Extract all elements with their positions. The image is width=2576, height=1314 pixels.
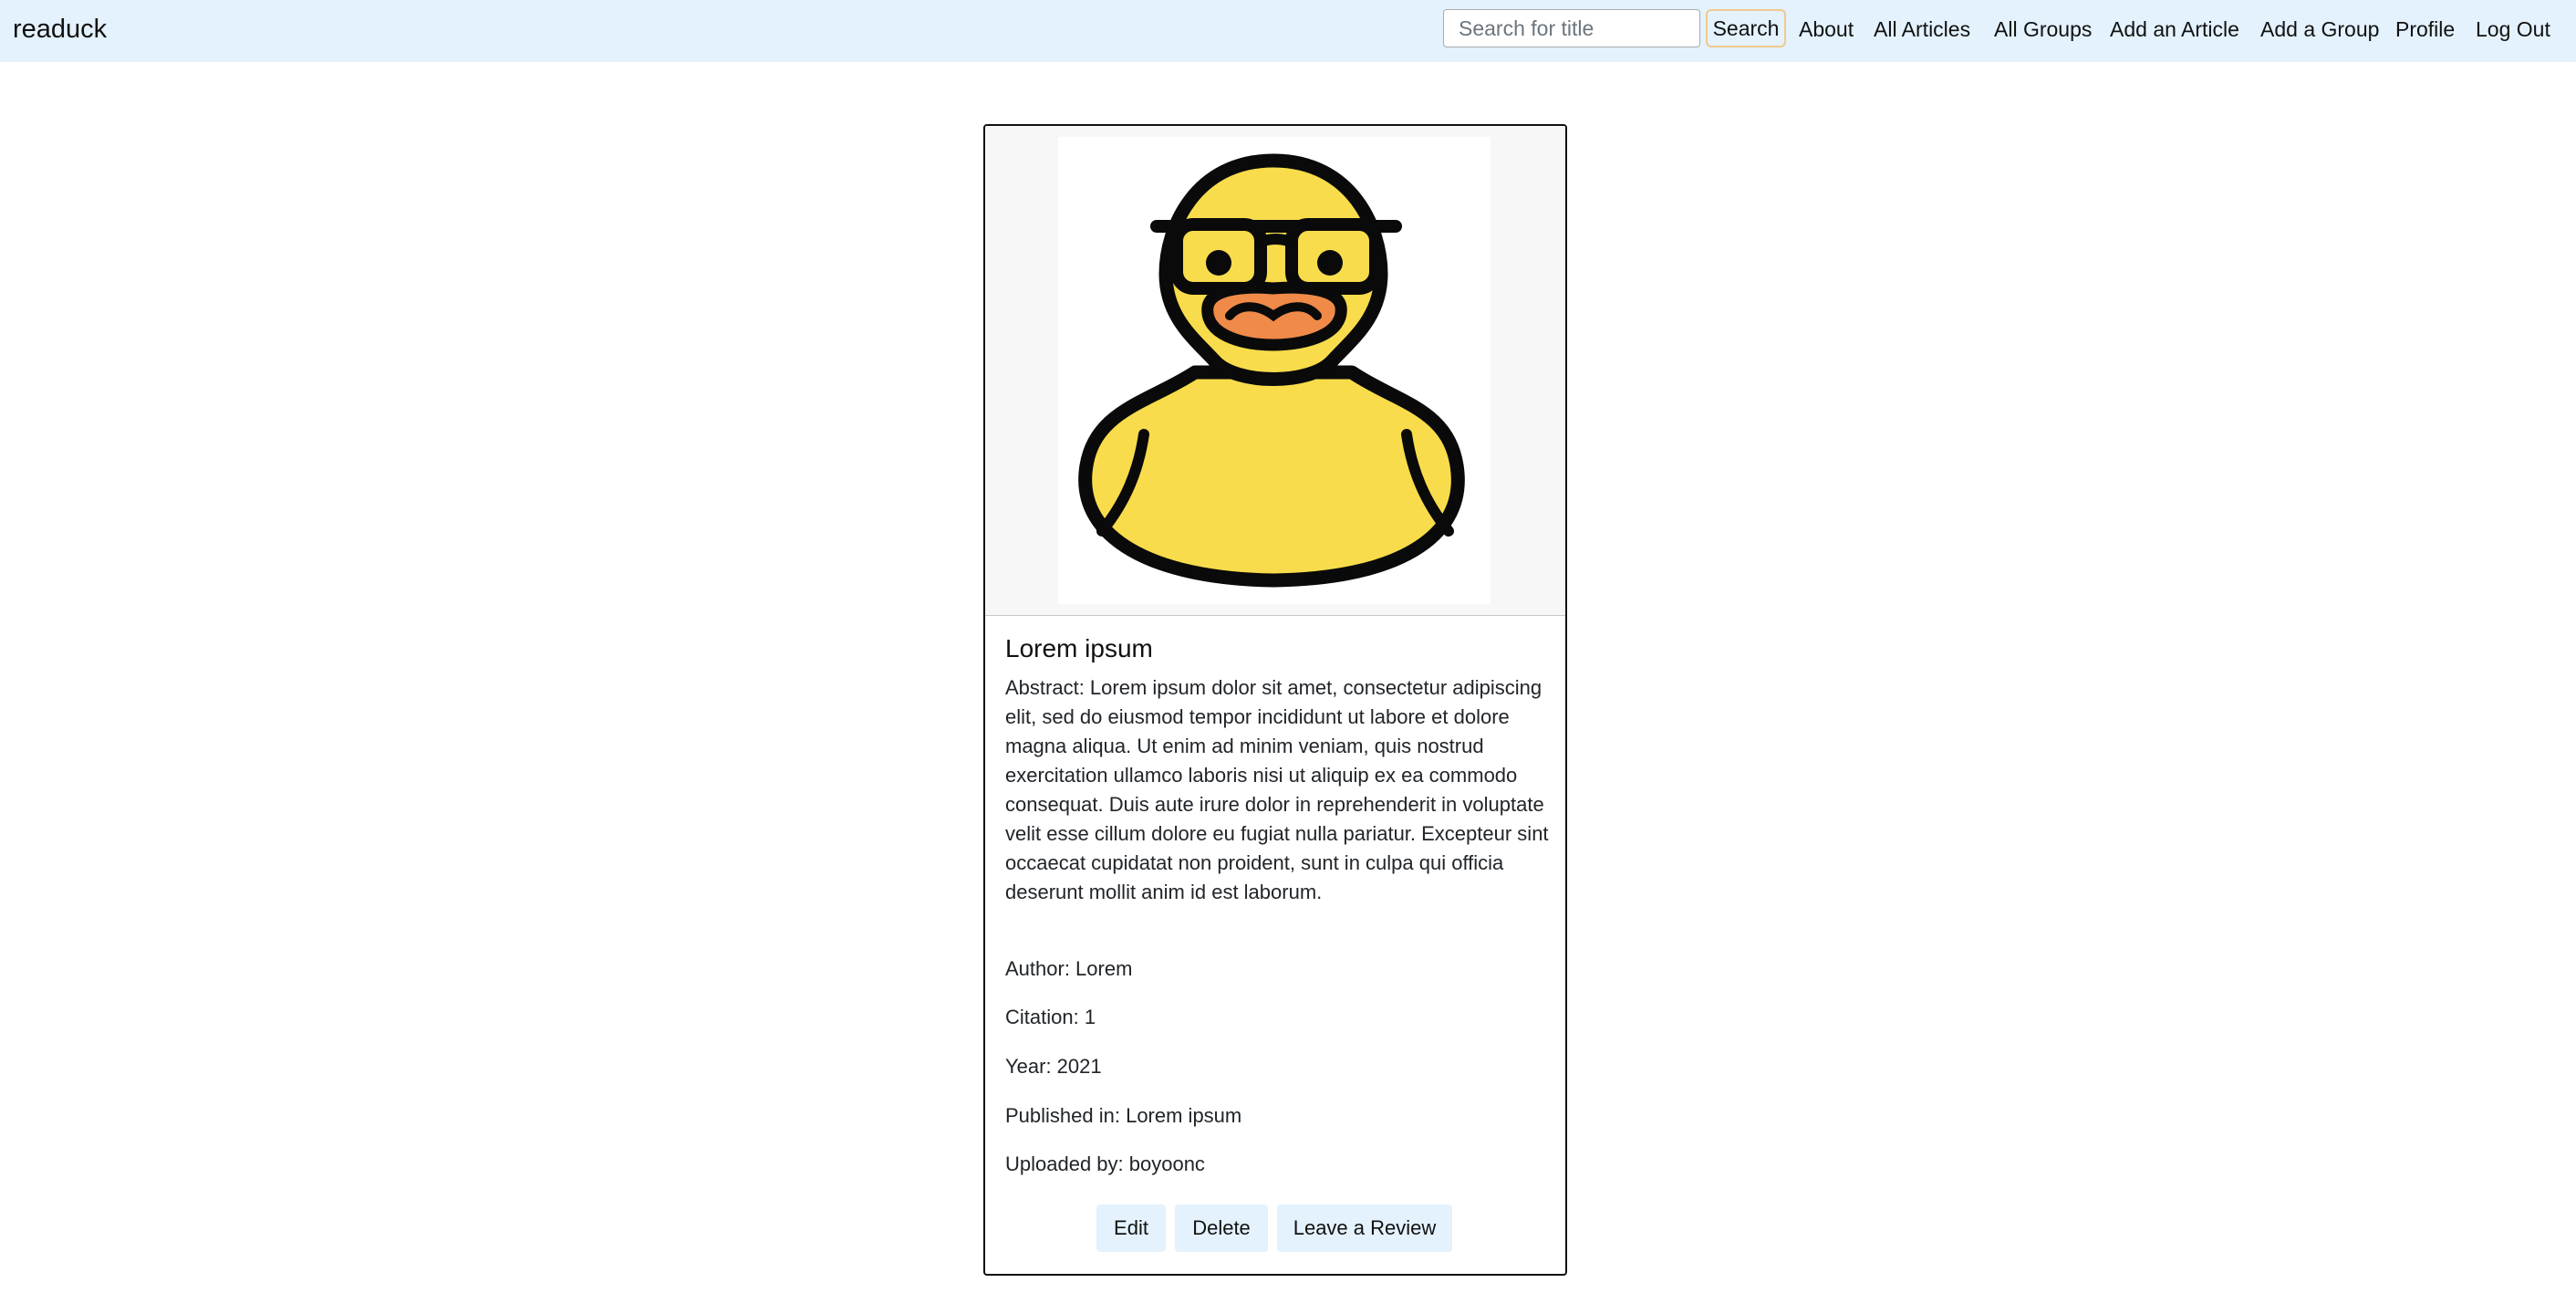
brand-logo-link[interactable]: readuck bbox=[13, 13, 107, 46]
edit-button[interactable]: Edit bbox=[1096, 1204, 1166, 1252]
article-abstract: Abstract: Lorem ipsum dolor sit amet, co… bbox=[1005, 676, 1549, 903]
nav-link-profile[interactable]: Profile bbox=[2395, 16, 2455, 42]
article-uploaded-by: Uploaded by: boyoonc bbox=[1005, 1152, 1205, 1175]
article-image bbox=[1058, 137, 1491, 604]
nav-link-add-group[interactable]: Add a Group bbox=[2260, 16, 2379, 42]
leave-review-button[interactable]: Leave a Review bbox=[1277, 1204, 1452, 1252]
nav-link-add-article[interactable]: Add an Article bbox=[2110, 16, 2239, 42]
search-input[interactable] bbox=[1443, 9, 1700, 47]
article-published-in: Published in: Lorem ipsum bbox=[1005, 1104, 1242, 1127]
delete-button[interactable]: Delete bbox=[1175, 1204, 1268, 1252]
rubber-duck-with-glasses-icon bbox=[1078, 153, 1465, 588]
article-author: Author: Lorem bbox=[1005, 957, 1133, 980]
nav-link-all-groups[interactable]: All Groups bbox=[1994, 16, 2092, 42]
nav-link-all-articles[interactable]: All Articles bbox=[1874, 16, 1970, 42]
search-button[interactable]: Search bbox=[1706, 9, 1786, 47]
article-image-container bbox=[985, 126, 1565, 616]
article-citation: Citation: 1 bbox=[1005, 1006, 1096, 1028]
article-year: Year: 2021 bbox=[1005, 1055, 1102, 1078]
article-card: Lorem ipsum Abstract: Lorem ipsum dolor … bbox=[983, 124, 1567, 1276]
nav-link-about[interactable]: About bbox=[1799, 16, 1854, 42]
article-title: Lorem ipsum bbox=[1005, 634, 1153, 662]
nav-link-log-out[interactable]: Log Out bbox=[2476, 16, 2550, 42]
top-navbar: readuck Search About All Articles All Gr… bbox=[0, 0, 2576, 62]
